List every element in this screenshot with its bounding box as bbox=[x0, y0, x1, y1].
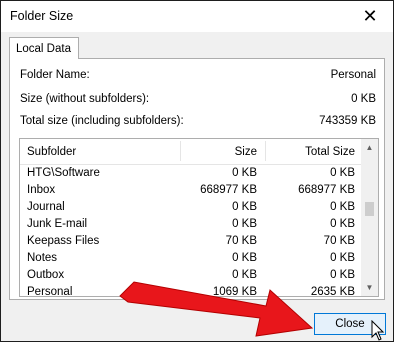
subfolder-total-size: 0 KB bbox=[330, 201, 355, 213]
subfolder-total-size: 2635 KB bbox=[310, 286, 355, 297]
subfolder-size: 0 KB bbox=[232, 269, 257, 281]
total-size-row: Total size (including subfolders): 74335… bbox=[20, 115, 376, 129]
table-row[interactable]: Inbox 668977 KB 668977 KB bbox=[20, 182, 362, 199]
table-row[interactable]: Notes 0 KB 0 KB bbox=[20, 250, 362, 267]
table-row[interactable]: Personal 1069 KB 2635 KB bbox=[20, 284, 362, 297]
close-icon[interactable]: ✕ bbox=[347, 1, 393, 32]
subfolder-name: Junk E-mail bbox=[27, 218, 88, 230]
size-value: 0 KB bbox=[351, 93, 376, 105]
column-divider[interactable] bbox=[265, 141, 266, 161]
subfolder-name: Outbox bbox=[27, 269, 65, 281]
size-row: Size (without subfolders): 0 KB bbox=[20, 93, 376, 107]
cursor-icon bbox=[371, 320, 385, 341]
column-header-subfolder[interactable]: Subfolder bbox=[27, 146, 76, 158]
subfolder-total-size: 0 KB bbox=[330, 269, 355, 281]
subfolder-name: Personal bbox=[27, 286, 73, 297]
size-label: Size (without subfolders): bbox=[20, 93, 150, 105]
table-row[interactable]: Outbox 0 KB 0 KB bbox=[20, 267, 362, 284]
subfolder-size: 0 KB bbox=[232, 201, 257, 213]
folder-name-row: Folder Name: Personal bbox=[20, 69, 376, 83]
tab-local-data[interactable]: Local Data bbox=[9, 37, 79, 59]
column-divider[interactable] bbox=[180, 141, 181, 161]
folder-size-dialog: Folder Size ✕ Local Data Folder Name: Pe… bbox=[0, 0, 394, 342]
vertical-scrollbar[interactable]: ▲ ▼ bbox=[361, 139, 378, 296]
subfolder-name: Notes bbox=[27, 252, 58, 264]
subfolder-list[interactable]: Subfolder Size Total Size HTG\Software 0 … bbox=[19, 138, 379, 297]
table-row[interactable]: Keepass Files 70 KB 70 KB bbox=[20, 233, 362, 250]
chevron-down-icon[interactable]: ▼ bbox=[361, 279, 378, 296]
subfolder-size: 0 KB bbox=[232, 218, 257, 230]
subfolder-name: Inbox bbox=[27, 184, 56, 196]
local-data-panel: Folder Name: Personal Size (without subf… bbox=[9, 58, 385, 300]
subfolder-size: 668977 KB bbox=[200, 184, 257, 196]
table-row[interactable]: Junk E-mail 0 KB 0 KB bbox=[20, 216, 362, 233]
subfolder-name: Keepass Files bbox=[27, 235, 100, 247]
table-row[interactable]: Journal 0 KB 0 KB bbox=[20, 199, 362, 216]
scrollbar-thumb[interactable] bbox=[365, 202, 374, 216]
subfolder-total-size: 70 KB bbox=[323, 235, 355, 247]
table-row[interactable]: HTG\Software 0 KB 0 KB bbox=[20, 165, 362, 182]
title-bar: Folder Size ✕ bbox=[1, 1, 393, 32]
chevron-up-icon[interactable]: ▲ bbox=[361, 139, 378, 156]
total-size-value: 743359 KB bbox=[319, 115, 376, 127]
subfolder-total-size: 0 KB bbox=[330, 167, 355, 179]
folder-name-label: Folder Name: bbox=[20, 69, 90, 81]
subfolder-size: 70 KB bbox=[225, 235, 257, 247]
subfolder-name: HTG\Software bbox=[27, 167, 100, 179]
subfolder-total-size: 0 KB bbox=[330, 218, 355, 230]
subfolder-size: 0 KB bbox=[232, 252, 257, 264]
window-title: Folder Size bbox=[10, 9, 74, 23]
column-header-size[interactable]: Size bbox=[235, 146, 257, 158]
subfolder-size: 1069 KB bbox=[212, 286, 257, 297]
list-header: Subfolder Size Total Size bbox=[20, 139, 362, 165]
subfolder-size: 0 KB bbox=[232, 167, 257, 179]
subfolder-total-size: 668977 KB bbox=[298, 184, 355, 196]
list-rows: HTG\Software 0 KB 0 KB Inbox 668977 KB 66897… bbox=[20, 165, 362, 297]
total-size-label: Total size (including subfolders): bbox=[20, 115, 184, 127]
subfolder-name: Journal bbox=[27, 201, 65, 213]
folder-name-value: Personal bbox=[330, 69, 376, 81]
column-header-total-size[interactable]: Total Size bbox=[305, 146, 355, 158]
subfolder-total-size: 0 KB bbox=[330, 252, 355, 264]
